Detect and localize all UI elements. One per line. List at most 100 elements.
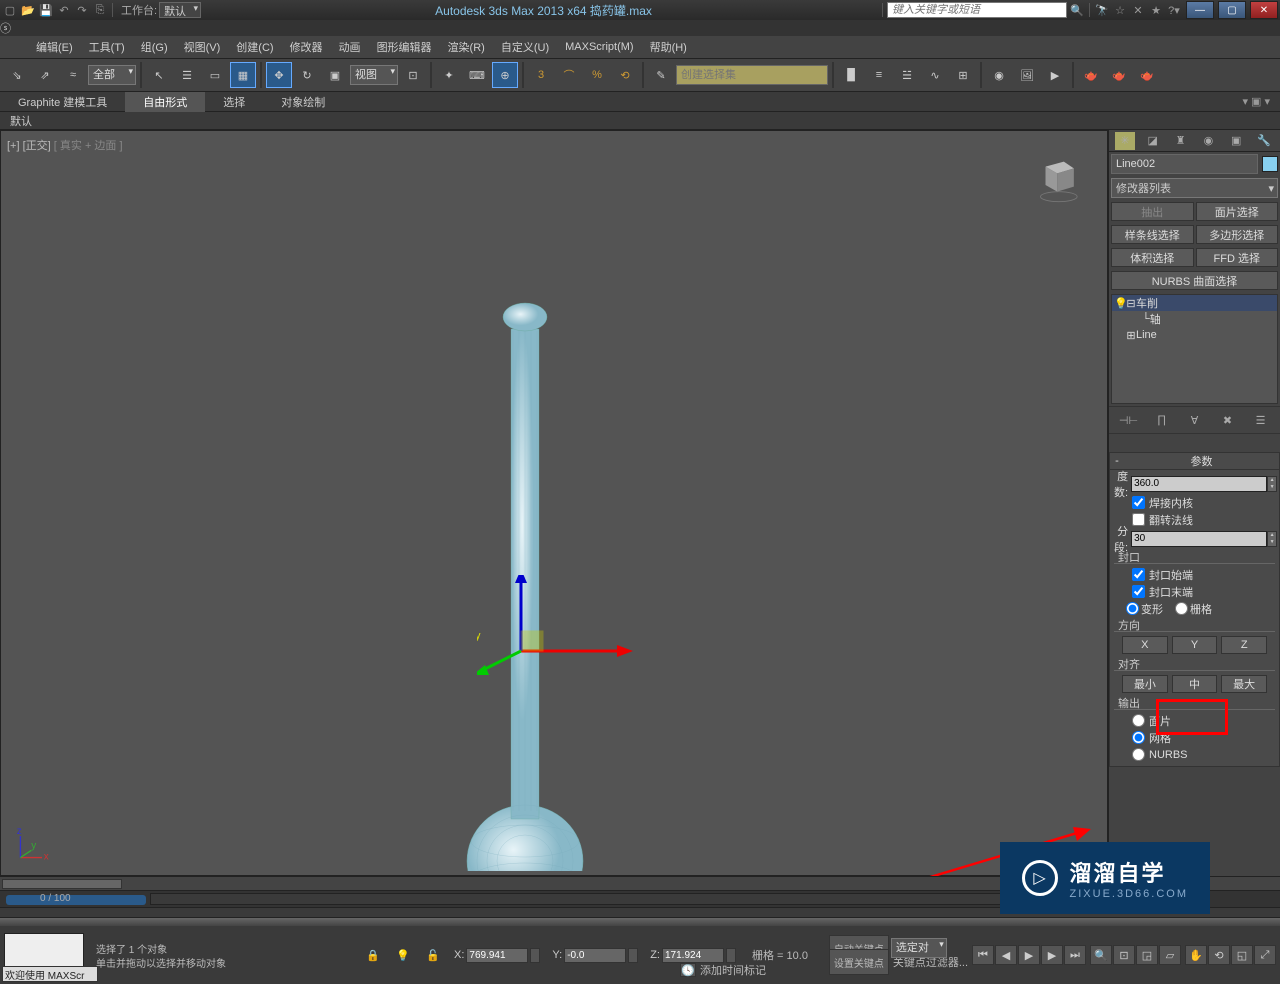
coord-x-input[interactable] [466, 948, 528, 963]
schematic-icon[interactable]: ⊞ [950, 62, 976, 88]
nav-maxtoggle-icon[interactable]: ◱ [1231, 945, 1253, 965]
dir-x-button[interactable]: X [1122, 636, 1168, 654]
nav-zoom-icon[interactable]: 🔍 [1090, 945, 1112, 965]
viewport[interactable]: [+] [正交] [ 真实 + 边面 ] [0, 130, 1108, 876]
modifier-stack[interactable]: 💡⊟车削 └ 轴 ⊞Line [1111, 294, 1278, 404]
cap-grid-radio[interactable]: 栅格 [1175, 601, 1212, 617]
manipulate-icon[interactable]: ✦ [436, 62, 462, 88]
select-rotate-icon[interactable]: ↻ [294, 62, 320, 88]
ribbon-tab-freeform[interactable]: 自由形式 [125, 92, 205, 112]
out-nurbs-radio[interactable] [1132, 748, 1145, 761]
nav-zoomext-icon[interactable]: ◲ [1136, 945, 1158, 965]
render-frame-icon[interactable]: ▶ [1042, 62, 1068, 88]
nav-dolly-icon[interactable]: ⤢ [1254, 945, 1276, 965]
motion-tab-icon[interactable]: ◉ [1198, 132, 1218, 150]
out-patch-radio[interactable] [1132, 714, 1145, 727]
render-active-icon[interactable]: 🫖 [1134, 62, 1160, 88]
add-time-tag-label[interactable]: 添加时间标记 [700, 962, 766, 978]
goto-end-icon[interactable]: ⏭ [1064, 945, 1086, 965]
menu-customize[interactable]: 自定义(U) [493, 36, 557, 58]
align-mid-button[interactable]: 中 [1172, 675, 1218, 693]
pivot-center-icon[interactable]: ⊡ [400, 62, 426, 88]
selection-filter-dropdown[interactable]: 全部 [88, 65, 136, 85]
window-crossing-icon[interactable]: ▦ [230, 62, 256, 88]
curve-editor-icon[interactable]: ∿ [922, 62, 948, 88]
degrees-input[interactable] [1131, 476, 1267, 492]
layer-mgr-icon[interactable]: ☱ [894, 62, 920, 88]
menu-views[interactable]: 视图(V) [176, 36, 229, 58]
nav-orbit-icon[interactable]: ⟲ [1208, 945, 1230, 965]
object-color-swatch[interactable] [1262, 156, 1278, 172]
spinner-snap-icon[interactable]: ⟲ [612, 62, 638, 88]
prev-frame-icon[interactable]: ◀ [995, 945, 1017, 965]
keyboard-shortcut-icon[interactable]: ⌨ [464, 62, 490, 88]
ribbon-default-label[interactable]: 默认 [10, 113, 32, 129]
config-stack-icon[interactable]: ☰ [1250, 410, 1272, 430]
modify-tab-icon[interactable]: ◪ [1143, 132, 1163, 150]
stack-item-axis[interactable]: └ 轴 [1112, 311, 1277, 327]
search-icon[interactable]: 🔍 [1069, 2, 1085, 18]
snap-3d-icon[interactable]: 3 [528, 62, 554, 88]
minimize-button[interactable]: — [1186, 1, 1214, 19]
utilities-tab-icon[interactable]: 🔧 [1254, 132, 1274, 150]
extrude-button[interactable]: 抽出 [1111, 202, 1194, 221]
time-slider[interactable] [6, 895, 146, 905]
link-tool-icon[interactable]: ⇘ [4, 62, 30, 88]
align-max-button[interactable]: 最大 [1221, 675, 1267, 693]
time-ruler[interactable] [150, 893, 1130, 905]
menu-maxscript[interactable]: MAXScript(M) [557, 38, 641, 56]
goto-start-icon[interactable]: ⏮ [972, 945, 994, 965]
display-tab-icon[interactable]: ▣ [1226, 132, 1246, 150]
menu-group[interactable]: 组(G) [133, 36, 176, 58]
select-scale-icon[interactable]: ▣ [322, 62, 348, 88]
flip-normals-checkbox[interactable] [1132, 513, 1145, 526]
dir-z-button[interactable]: Z [1221, 636, 1267, 654]
coord-y-input[interactable] [564, 948, 626, 963]
poly-select-button[interactable]: 多边形选择 [1196, 225, 1279, 244]
close-button[interactable]: ✕ [1250, 1, 1278, 19]
maximize-button[interactable]: ▢ [1218, 1, 1246, 19]
nav-pan-icon[interactable]: ✋ [1185, 945, 1207, 965]
save-icon[interactable]: 💾 [38, 2, 54, 18]
segments-input[interactable] [1131, 531, 1267, 547]
out-mesh-radio[interactable] [1132, 731, 1145, 744]
menu-modifiers[interactable]: 修改器 [282, 36, 331, 58]
favorite-icon[interactable]: ★ [1148, 2, 1164, 18]
select-move-icon[interactable]: ✥ [266, 62, 292, 88]
viewcube[interactable] [1033, 155, 1083, 205]
editor-icon[interactable]: ✎ [648, 62, 674, 88]
help-icon[interactable]: ✕ [1130, 2, 1146, 18]
selection-lock-icon[interactable]: 🔓 [420, 942, 446, 968]
lock-selection-icon[interactable]: 🔒 [360, 942, 386, 968]
menu-animation[interactable]: 动画 [331, 36, 369, 58]
named-selection-input[interactable] [676, 65, 828, 85]
hierarchy-tab-icon[interactable]: ♜ [1171, 132, 1191, 150]
select-region-rect-icon[interactable]: ▭ [202, 62, 228, 88]
menu-grapheditors[interactable]: 图形编辑器 [369, 36, 440, 58]
app-logo-icon[interactable]: ⓢ [0, 20, 1280, 36]
open-icon[interactable]: 📂 [20, 2, 36, 18]
select-cursor-icon[interactable]: ↖ [146, 62, 172, 88]
help2-icon[interactable]: ?▾ [1166, 2, 1182, 18]
unlink-tool-icon[interactable]: ⇗ [32, 62, 58, 88]
spline-select-button[interactable]: 样条线选择 [1111, 225, 1194, 244]
percent-snap-icon[interactable]: % [584, 62, 610, 88]
snap-toggle-icon[interactable]: ⊕ [492, 62, 518, 88]
ffd-select-button[interactable]: FFD 选择 [1196, 248, 1279, 267]
workspace-dropdown[interactable]: 默认 [159, 2, 201, 18]
ribbon-tab-objpaint[interactable]: 对象绘制 [263, 92, 343, 112]
play-icon[interactable]: ▶ [1018, 945, 1040, 965]
coord-z-input[interactable] [662, 948, 724, 963]
select-name-icon[interactable]: ☰ [174, 62, 200, 88]
setkey-button[interactable]: 设置关键点 [829, 949, 889, 975]
menu-tools[interactable]: 工具(T) [81, 36, 133, 58]
angle-snap-icon[interactable]: ⌒ [556, 62, 582, 88]
nurbs-select-button[interactable]: NURBS 曲面选择 [1111, 271, 1278, 290]
remove-mod-icon[interactable]: ✖ [1217, 410, 1239, 430]
keymode-dropdown[interactable]: 选定对 [891, 938, 947, 958]
align-icon[interactable]: ≡ [866, 62, 892, 88]
dir-y-button[interactable]: Y [1172, 636, 1218, 654]
cap-start-checkbox[interactable] [1132, 568, 1145, 581]
nav-fov-icon[interactable]: ▱ [1159, 945, 1181, 965]
link-icon[interactable]: ⎘ [92, 2, 108, 18]
